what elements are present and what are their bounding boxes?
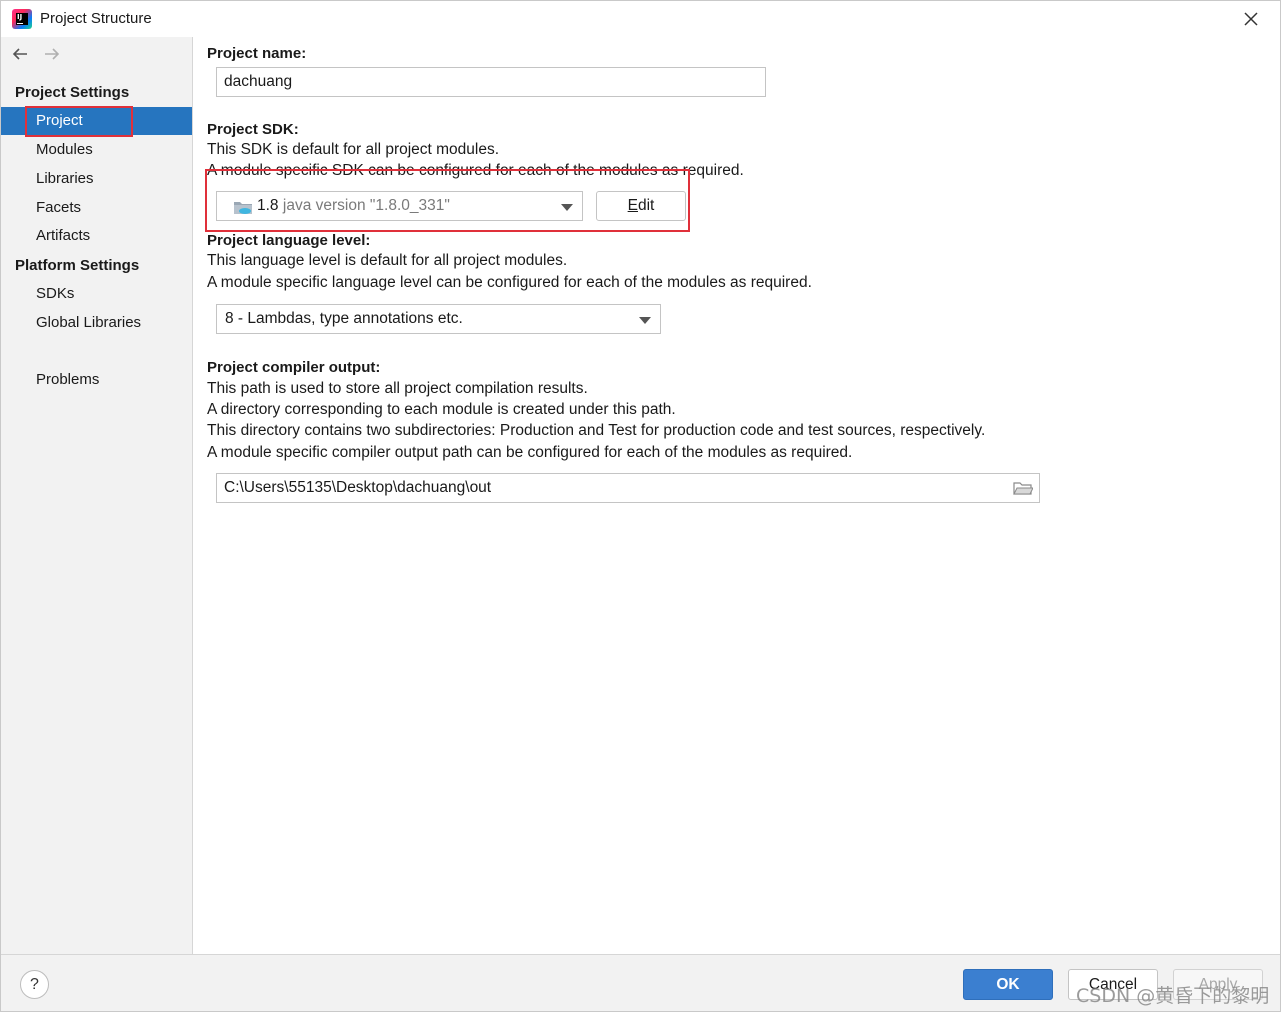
language-level-label: Project language level: bbox=[207, 232, 371, 249]
folder-icon[interactable] bbox=[1013, 480, 1033, 496]
csdn-watermark: CSDN @黄昏下的黎明 bbox=[1076, 985, 1270, 1007]
sidebar-item-global-libraries[interactable]: Global Libraries bbox=[1, 309, 192, 337]
compiler-output-label: Project compiler output: bbox=[207, 359, 381, 376]
chevron-down-icon bbox=[561, 204, 573, 211]
sidebar-item-problems[interactable]: Problems bbox=[1, 366, 192, 394]
project-sdk-dropdown[interactable]: 1.8 java version "1.8.0_331" bbox=[216, 191, 583, 221]
edit-label-rest: dit bbox=[637, 197, 655, 214]
sidebar-item-sdks[interactable]: SDKs bbox=[1, 280, 192, 308]
dialog-footer: ? OK Cancel Apply CSDN @黄昏下的黎明 bbox=[1, 954, 1280, 1011]
help-button[interactable]: ? bbox=[20, 970, 49, 999]
ok-button[interactable]: OK bbox=[963, 969, 1053, 1000]
project-settings-header: Project Settings bbox=[15, 84, 130, 101]
chevron-down-icon bbox=[639, 317, 651, 324]
project-name-input[interactable]: dachuang bbox=[216, 67, 766, 97]
sidebar-item-project[interactable]: Project bbox=[1, 107, 192, 135]
sidebar-item-libraries[interactable]: Libraries bbox=[1, 165, 192, 193]
compiler-output-desc-2: A directory corresponding to each module… bbox=[207, 401, 676, 418]
project-sdk-desc-2: A module specific SDK can be configured … bbox=[207, 162, 744, 179]
navigation-arrows bbox=[9, 43, 63, 65]
compiler-output-desc-4: A module specific compiler output path c… bbox=[207, 444, 853, 461]
compiler-output-path: C:\Users\55135\Desktop\dachuang\out bbox=[224, 479, 492, 496]
close-icon[interactable] bbox=[1239, 7, 1263, 31]
main-panel: Project name: dachuang Project SDK: This… bbox=[194, 37, 1280, 954]
edit-mnemonic: E bbox=[627, 197, 638, 214]
arrow-left-icon[interactable] bbox=[9, 43, 31, 65]
compiler-output-desc-1: This path is used to store all project c… bbox=[207, 380, 588, 397]
compiler-output-path-input[interactable]: C:\Users\55135\Desktop\dachuang\out bbox=[216, 473, 1040, 503]
jdk-folder-icon bbox=[234, 202, 252, 214]
edit-sdk-button[interactable]: Edit bbox=[596, 191, 686, 221]
sidebar: Project Settings Project Modules Librari… bbox=[1, 37, 193, 954]
project-name-label: Project name: bbox=[207, 45, 307, 62]
title-bar: IJ Project Structure bbox=[1, 1, 1280, 37]
language-level-value: 8 - Lambdas, type annotations etc. bbox=[225, 310, 463, 327]
sidebar-item-modules[interactable]: Modules bbox=[1, 136, 192, 164]
compiler-output-desc-3: This directory contains two subdirectori… bbox=[207, 422, 986, 439]
window-title: Project Structure bbox=[40, 10, 152, 27]
intellij-logo-icon: IJ bbox=[12, 9, 32, 29]
sidebar-item-facets[interactable]: Facets bbox=[1, 194, 192, 222]
language-level-desc-1: This language level is default for all p… bbox=[207, 252, 568, 269]
language-level-desc-2: A module specific language level can be … bbox=[207, 274, 812, 291]
language-level-dropdown[interactable]: 8 - Lambdas, type annotations etc. bbox=[216, 304, 661, 334]
arrow-right-icon[interactable] bbox=[41, 43, 63, 65]
project-sdk-desc-1: This SDK is default for all project modu… bbox=[207, 141, 500, 158]
sidebar-item-artifacts[interactable]: Artifacts bbox=[1, 222, 192, 250]
project-sdk-label: Project SDK: bbox=[207, 121, 299, 138]
platform-settings-header: Platform Settings bbox=[15, 257, 140, 274]
sdk-detail: java version "1.8.0_331" bbox=[282, 197, 450, 214]
sdk-version: 1.8 bbox=[257, 197, 279, 214]
project-structure-dialog: IJ Project Structure Project Settings Pr… bbox=[0, 0, 1281, 1012]
